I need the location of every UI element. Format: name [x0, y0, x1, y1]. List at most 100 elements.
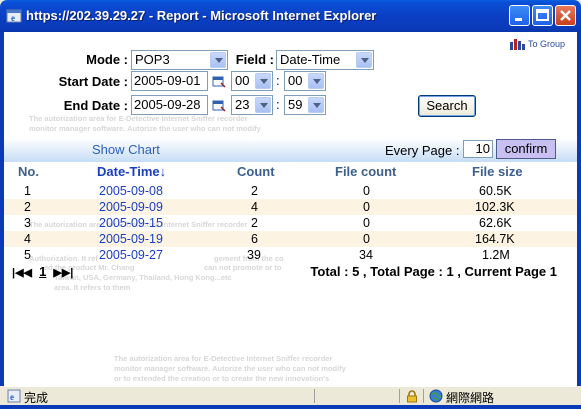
chevron-down-icon[interactable]	[210, 52, 226, 68]
cell-no: 3	[24, 216, 31, 230]
start-minute-value: 00	[288, 73, 303, 88]
globe-icon	[429, 389, 443, 403]
watermark-line: Taiwan, USA, Germany, Thailand, Hong Kon…	[54, 273, 232, 282]
table-row: 4 2005-09-19 6 0 164.7K	[4, 231, 577, 247]
mode-value: POP3	[135, 52, 170, 67]
maximize-button[interactable]	[532, 5, 553, 26]
watermark-line: monitor manager software. Autorize the u…	[29, 124, 261, 133]
cell-file-count: 0	[363, 216, 370, 230]
cell-file-size: 102.3K	[475, 200, 515, 214]
report-page: The autorization area for E-Detective In…	[4, 32, 577, 386]
column-header-count: Count	[237, 164, 275, 179]
cell-file-size: 62.6K	[479, 216, 512, 230]
status-divider	[314, 389, 315, 403]
security-zone-label: 網際網路	[446, 391, 495, 405]
show-chart-link[interactable]: Show Chart	[92, 142, 160, 157]
watermark-line: or to extended the creation or to create…	[114, 374, 330, 383]
column-header-no: No.	[18, 164, 39, 179]
cell-date-link[interactable]: 2005-09-19	[99, 232, 163, 246]
svg-text:e: e	[11, 13, 15, 23]
confirm-button[interactable]: confirm	[496, 139, 556, 159]
cell-no: 1	[24, 184, 31, 198]
calendar-icon[interactable]	[212, 98, 226, 112]
mode-label: Mode :	[86, 52, 128, 67]
cell-date-link[interactable]: 2005-09-09	[99, 200, 163, 214]
table-row: 3 2005-09-15 2 0 62.6K	[4, 215, 577, 231]
to-group-logo[interactable]: To Group	[510, 39, 566, 51]
start-minute-select[interactable]: 00	[284, 71, 326, 91]
cell-file-count: 34	[359, 248, 373, 262]
cell-file-count: 0	[363, 200, 370, 214]
watermark-line: monitor manager software. Autorize the u…	[114, 364, 346, 373]
mode-select[interactable]: POP3	[131, 50, 228, 70]
close-icon	[560, 10, 571, 21]
end-minute-value: 59	[288, 97, 303, 112]
every-page-input[interactable]: 10	[463, 140, 493, 158]
internet-explorer-icon: e	[6, 9, 22, 23]
start-date-input[interactable]: 2005-09-01	[131, 71, 208, 91]
end-hour-value: 23	[235, 97, 250, 112]
lock-icon[interactable]	[405, 389, 419, 403]
status-divider	[423, 389, 424, 403]
cell-file-size: 164.7K	[475, 232, 515, 246]
watermark-line: can not promote or to	[204, 263, 282, 272]
watermark-line: area. It refers to them	[54, 283, 131, 292]
status-text: 完成	[24, 391, 49, 405]
end-date-input[interactable]: 2005-09-28	[131, 95, 208, 115]
last-page-button[interactable]: ▶▶|	[53, 267, 73, 279]
table-row: 2 2005-09-09 4 0 102.3K	[4, 199, 577, 215]
cell-file-size: 60.5K	[479, 184, 512, 198]
status-divider	[399, 389, 400, 403]
pagination: |◀◀ 1 ▶▶|	[12, 264, 73, 279]
column-header-date-time[interactable]: Date-Time↓	[97, 164, 166, 179]
time-separator: :	[276, 73, 280, 88]
svg-text:e: e	[10, 392, 14, 402]
chevron-down-icon[interactable]	[308, 73, 324, 89]
page-done-icon: e	[7, 389, 21, 403]
start-date-value: 2005-09-01	[134, 73, 201, 88]
cell-count: 2	[251, 216, 258, 230]
cell-count: 2	[251, 184, 258, 198]
start-date-label: Start Date :	[58, 74, 128, 89]
start-hour-select[interactable]: 00	[231, 71, 273, 91]
time-separator: :	[276, 97, 280, 112]
calendar-icon[interactable]	[212, 74, 226, 88]
maximize-icon	[536, 9, 549, 21]
end-minute-select[interactable]: 59	[284, 95, 326, 115]
search-button[interactable]: Search	[418, 95, 476, 117]
chevron-down-icon[interactable]	[255, 73, 271, 89]
first-page-button[interactable]: |◀◀	[12, 267, 32, 279]
end-date-value: 2005-09-28	[134, 97, 201, 112]
cell-count: 39	[247, 248, 261, 262]
watermark-line: The autorization area for E-Detective In…	[29, 114, 248, 123]
page-summary: Total : 5 , Total Page : 1 , Current Pag…	[310, 264, 557, 279]
cell-no: 4	[24, 232, 31, 246]
table-row: 1 2005-09-08 2 0 60.5K	[4, 183, 577, 199]
field-value: Date-Time	[280, 52, 341, 67]
page-link[interactable]: 1	[35, 264, 50, 279]
window-frame-right	[577, 32, 581, 386]
end-date-label: End Date :	[63, 98, 128, 113]
cell-count: 4	[251, 200, 258, 214]
cell-file-count: 0	[363, 184, 370, 198]
column-header-file-count: File count	[335, 164, 397, 179]
table-row: 5 2005-09-27 39 34 1.2M	[4, 247, 577, 263]
cell-date-link[interactable]: 2005-09-08	[99, 184, 163, 198]
minimize-button[interactable]	[509, 5, 530, 26]
every-page-label: Every Page :	[385, 143, 460, 158]
field-select[interactable]: Date-Time	[276, 50, 374, 70]
status-bar: e 完成 網際網路	[4, 386, 577, 405]
end-hour-select[interactable]: 23	[231, 95, 273, 115]
window-frame-bottom	[0, 405, 581, 409]
cell-no: 2	[24, 200, 31, 214]
cell-date-link[interactable]: 2005-09-27	[99, 248, 163, 262]
chevron-down-icon[interactable]	[308, 97, 324, 113]
close-button[interactable]	[555, 5, 576, 26]
cell-date-link[interactable]: 2005-09-15	[99, 216, 163, 230]
watermark-line: The autorization area for E-Detective In…	[114, 354, 333, 363]
chevron-down-icon[interactable]	[356, 52, 372, 68]
chevron-down-icon[interactable]	[255, 97, 271, 113]
logo-text: To Group	[528, 39, 566, 49]
minimize-icon	[515, 18, 522, 21]
field-label: Field :	[235, 52, 274, 67]
